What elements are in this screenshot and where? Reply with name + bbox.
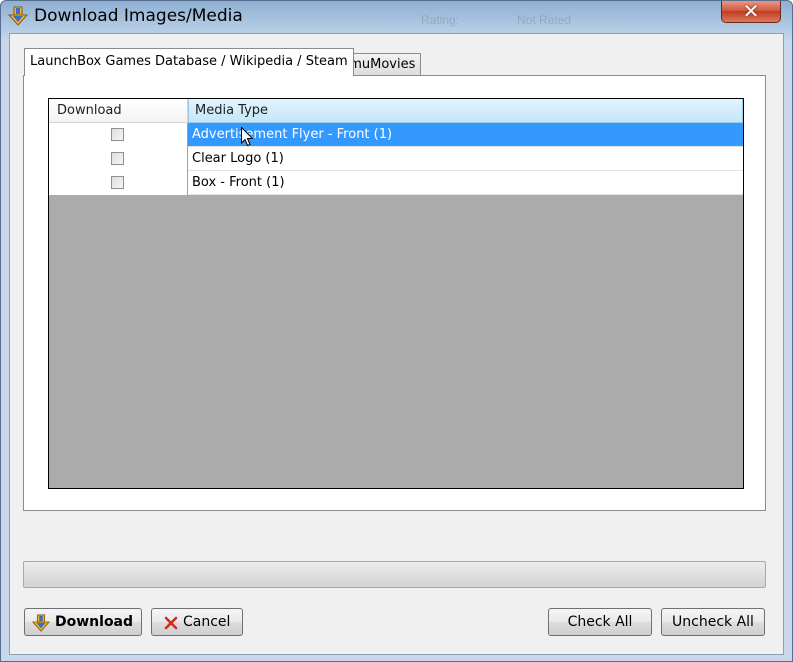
tab-launchbox-database[interactable]: LaunchBox Games Database / Wikipedia / S… [24,48,354,76]
grid-header: Download Media Type [49,99,743,123]
column-header-media-type[interactable]: Media Type [188,99,743,123]
download-checkbox[interactable] [111,128,124,141]
dialog-body: LaunchBox Games Database / Wikipedia / S… [9,33,784,655]
download-cell [49,171,188,195]
tab-panel: Download Media Type Advertisement Flyer … [23,75,766,511]
cancel-button[interactable]: Cancel [151,608,243,636]
download-cell [49,123,188,147]
download-checkbox[interactable] [111,176,124,189]
download-arrow-icon [32,614,50,632]
media-type-cell: Advertisement Flyer - Front (1) [192,127,393,142]
cancel-button-label: Cancel [183,614,231,630]
download-arrow-icon [8,6,28,26]
table-row[interactable]: Clear Logo (1) [49,147,743,171]
title-bar[interactable]: Download Images/Media ✕ [1,1,792,33]
download-button-label: Download [55,614,134,630]
download-media-window: Rating: Not Rated Download Images/Media … [0,0,793,662]
download-progress-bar [23,561,766,588]
table-row[interactable]: Advertisement Flyer - Front (1) [49,123,743,147]
download-cell [49,147,188,171]
tab-launchbox-database-label: LaunchBox Games Database / Wikipedia / S… [30,54,348,69]
column-header-download[interactable]: Download [49,99,188,123]
close-icon: ✕ [742,0,760,23]
window-title: Download Images/Media [34,6,243,26]
check-all-button[interactable]: Check All [548,608,652,636]
close-button[interactable]: ✕ [721,0,781,23]
download-button[interactable]: Download [24,608,142,636]
uncheck-all-button[interactable]: Uncheck All [661,608,765,636]
table-row[interactable]: Box - Front (1) [49,171,743,195]
media-type-cell: Box - Front (1) [192,175,285,190]
download-checkbox[interactable] [111,152,124,165]
media-grid[interactable]: Download Media Type Advertisement Flyer … [48,98,744,489]
red-x-icon [164,616,178,630]
media-type-cell: Clear Logo (1) [192,151,284,166]
